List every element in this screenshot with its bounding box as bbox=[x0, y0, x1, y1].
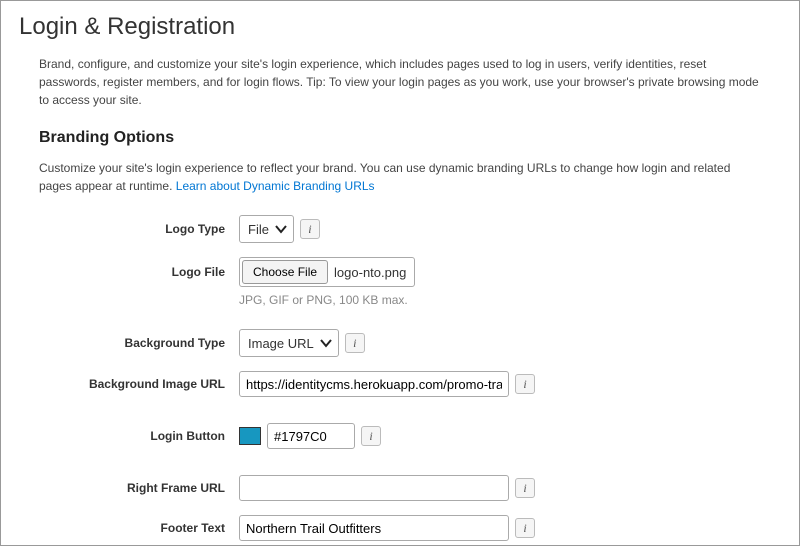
dynamic-branding-link[interactable]: Learn about Dynamic Branding URLs bbox=[176, 179, 375, 193]
page-intro: Brand, configure, and customize your sit… bbox=[39, 55, 761, 109]
bg-url-input[interactable] bbox=[239, 371, 509, 397]
footer-text-label: Footer Text bbox=[39, 521, 239, 535]
bg-type-value: Image URL bbox=[248, 336, 314, 351]
branding-desc: Customize your site's login experience t… bbox=[39, 159, 761, 195]
right-frame-input[interactable] bbox=[239, 475, 509, 501]
logo-file-label: Logo File bbox=[39, 265, 239, 279]
color-swatch[interactable] bbox=[239, 427, 261, 445]
logo-file-input[interactable]: Choose File logo-nto.png bbox=[239, 257, 415, 287]
chevron-down-icon bbox=[275, 224, 287, 234]
info-icon[interactable]: i bbox=[515, 374, 535, 394]
footer-text-input[interactable] bbox=[239, 515, 509, 541]
logo-type-select[interactable]: File bbox=[239, 215, 294, 243]
info-icon[interactable]: i bbox=[300, 219, 320, 239]
logo-type-label: Logo Type bbox=[39, 222, 239, 236]
logo-file-name: logo-nto.png bbox=[334, 265, 406, 280]
login-button-color-input[interactable] bbox=[267, 423, 355, 449]
chevron-down-icon bbox=[320, 338, 332, 348]
info-icon[interactable]: i bbox=[361, 426, 381, 446]
info-icon[interactable]: i bbox=[345, 333, 365, 353]
choose-file-button[interactable]: Choose File bbox=[242, 260, 328, 284]
branding-desc-text: Customize your site's login experience t… bbox=[39, 161, 730, 193]
right-frame-label: Right Frame URL bbox=[39, 481, 239, 495]
bg-url-label: Background Image URL bbox=[39, 377, 239, 391]
info-icon[interactable]: i bbox=[515, 478, 535, 498]
info-icon[interactable]: i bbox=[515, 518, 535, 538]
branding-heading: Branding Options bbox=[39, 129, 761, 147]
bg-type-select[interactable]: Image URL bbox=[239, 329, 339, 357]
logo-type-value: File bbox=[248, 222, 269, 237]
page-title: Login & Registration bbox=[19, 13, 781, 41]
login-button-label: Login Button bbox=[39, 429, 239, 443]
logo-file-hint: JPG, GIF or PNG, 100 KB max. bbox=[239, 293, 761, 307]
bg-type-label: Background Type bbox=[39, 336, 239, 350]
